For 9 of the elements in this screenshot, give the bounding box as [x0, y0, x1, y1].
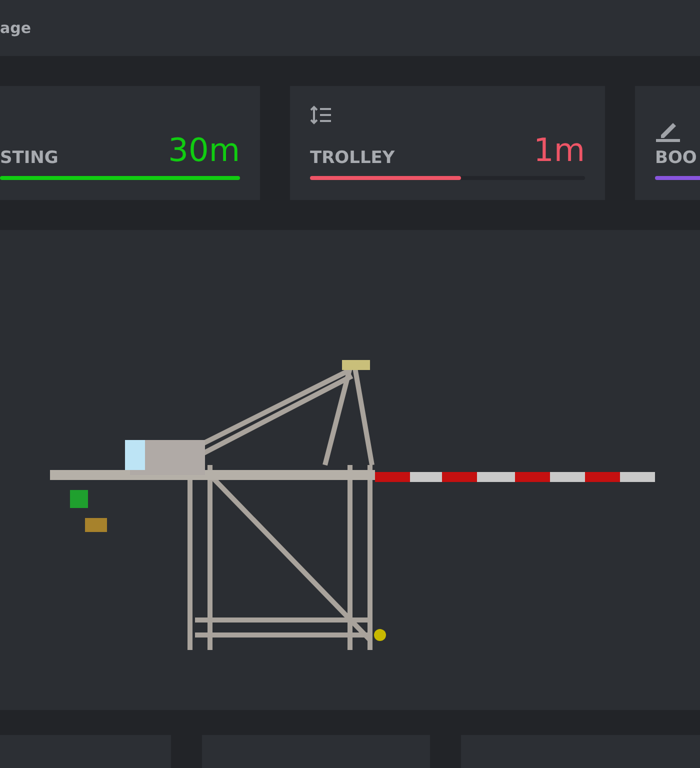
page-title: age	[0, 19, 32, 37]
crane-viewport[interactable]	[0, 230, 700, 710]
pencil-icon	[655, 120, 681, 142]
gauge-reading: 1m	[533, 132, 585, 168]
gauge-reading: 30m	[168, 132, 240, 168]
line-height-icon	[310, 104, 332, 126]
gauge-label: STING	[0, 148, 58, 168]
gauge-label: TROLLEY	[310, 148, 395, 168]
gauge-label: BOO	[655, 148, 697, 168]
